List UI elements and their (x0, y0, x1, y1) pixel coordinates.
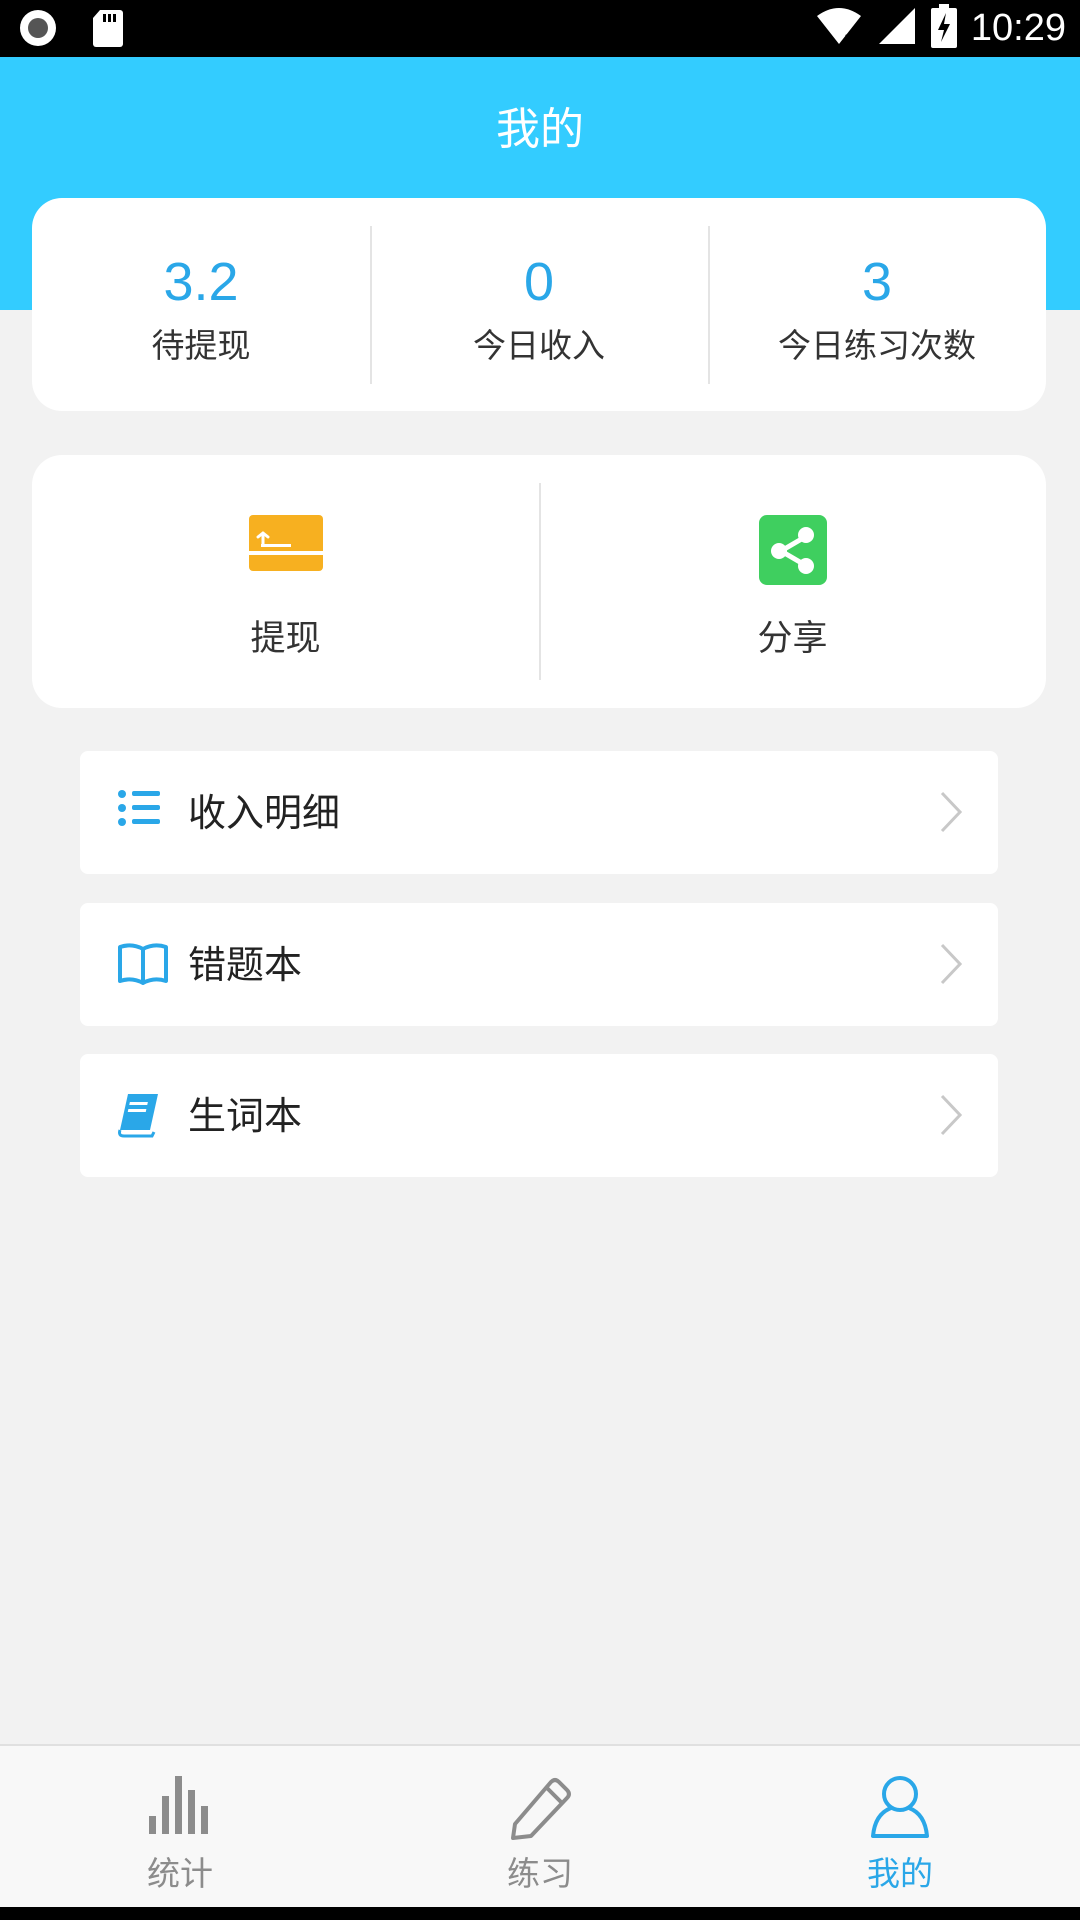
menu-label: 收入明细 (188, 791, 341, 835)
bar-chart-icon (147, 1774, 213, 1840)
chevron-right-icon (940, 1094, 963, 1140)
page-title: 我的 (496, 104, 584, 155)
menu-label: 错题本 (188, 943, 303, 987)
record-icon (18, 8, 58, 52)
signal-icon (877, 6, 917, 50)
sd-card-icon (92, 8, 124, 52)
withdraw-icon (248, 515, 323, 575)
share-button[interactable]: 分享 (539, 455, 1046, 708)
system-nav-strip (0, 1907, 1080, 1920)
actions-card: 提现 分享 (32, 455, 1046, 708)
stat-pending-withdrawal: 3.2 待提现 (32, 198, 370, 411)
withdraw-button[interactable]: 提现 (32, 455, 539, 708)
battery-charging-icon (930, 4, 957, 52)
share-icon (758, 515, 827, 589)
wifi-off-icon: × (815, 6, 863, 50)
menu-label: 生词本 (188, 1094, 303, 1138)
stat-today-income: 0 今日收入 (370, 198, 708, 411)
stat-label: 今日练习次数 (778, 326, 976, 365)
list-icon (116, 789, 166, 835)
stat-label: 待提现 (151, 326, 251, 365)
tab-label: 我的 (867, 1854, 933, 1893)
notebook-icon (116, 1092, 166, 1138)
status-bar: × 10:29 (0, 0, 1080, 57)
chevron-right-icon (940, 943, 963, 989)
tab-label: 统计 (147, 1854, 213, 1893)
open-book-icon (116, 941, 168, 987)
bottom-navigation: 统计 练习 我的 (0, 1744, 1080, 1909)
user-icon (869, 1774, 931, 1844)
share-label: 分享 (757, 619, 828, 659)
tab-practice[interactable]: 练习 (360, 1746, 720, 1909)
menu-wrong-questions[interactable]: 错题本 (80, 903, 998, 1026)
withdraw-label: 提现 (250, 619, 321, 659)
stat-value: 0 (523, 252, 555, 312)
svg-text:×: × (843, 29, 856, 46)
pencil-icon (507, 1774, 573, 1844)
menu-vocabulary-book[interactable]: 生词本 (80, 1054, 998, 1177)
stat-today-practice-count: 3 今日练习次数 (708, 198, 1046, 411)
stat-label: 今日收入 (473, 326, 605, 365)
tab-statistics[interactable]: 统计 (0, 1746, 360, 1909)
stats-card: 3.2 待提现 0 今日收入 3 今日练习次数 (32, 198, 1046, 411)
chevron-right-icon (940, 791, 963, 837)
tab-mine[interactable]: 我的 (720, 1746, 1080, 1909)
stat-value: 3.2 (163, 252, 239, 312)
menu-income-details[interactable]: 收入明细 (80, 751, 998, 874)
clock: 10:29 (970, 7, 1066, 49)
tab-label: 练习 (507, 1854, 573, 1893)
stat-value: 3 (861, 252, 893, 312)
